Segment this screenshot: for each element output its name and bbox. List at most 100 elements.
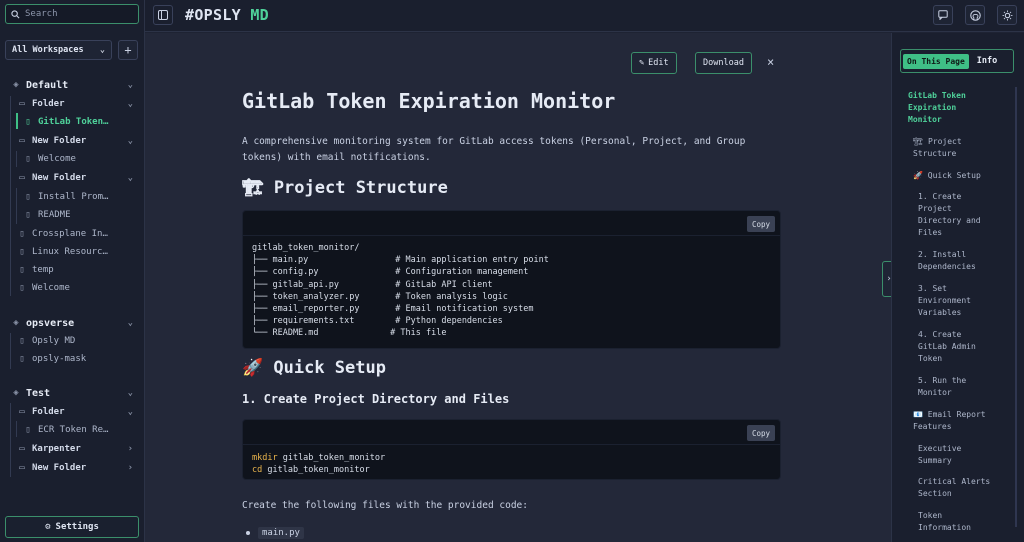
file-icon: ▯ — [19, 336, 25, 346]
workspace-select[interactable]: All Workspaces ⌄ — [5, 40, 112, 60]
settings-button[interactable]: ⚙ Settings — [5, 516, 139, 538]
toc-link[interactable]: Token Information — [918, 510, 988, 534]
folder-label: Folder — [32, 99, 65, 109]
document-view: ✎ Edit Download × GitLab Token Expiratio… — [145, 33, 891, 542]
sidebar-item-welcome[interactable]: ▯ Welcome — [0, 151, 145, 167]
copy-button[interactable]: Copy — [746, 216, 775, 232]
toc-link[interactable]: Executive Summary — [918, 443, 978, 467]
edit-label: Edit — [648, 58, 669, 68]
file-label: Opsly MD — [32, 336, 76, 346]
file-icon: ▯ — [25, 117, 31, 127]
workspace-test[interactable]: ◈ Test ⌄ — [0, 385, 145, 401]
file-label: ECR Token Re… — [38, 425, 109, 435]
gear-icon: ⚙ — [45, 522, 51, 532]
sidebar: Search All Workspaces ⌄ + ◈ Default ⌄ ▭ … — [0, 0, 145, 542]
workspace-name: Default — [26, 79, 69, 91]
tab-info[interactable]: Info — [973, 53, 1001, 69]
sidebar-icon — [158, 10, 168, 20]
file-icon: ▯ — [19, 265, 25, 275]
chevron-down-icon: ⌄ — [99, 45, 105, 55]
file-label: Welcome — [38, 154, 76, 164]
sidebar-toggle-button[interactable] — [153, 5, 173, 25]
toc-link[interactable]: 4. Create GitLab Admin Token — [918, 329, 990, 365]
folder-label: Folder — [32, 407, 65, 417]
folder-label: Karpenter — [32, 444, 81, 454]
github-icon — [969, 9, 981, 21]
workspace-name: opsverse — [26, 317, 75, 329]
sidebar-item-opsly-md[interactable]: ▯ Opsly MD — [0, 333, 145, 349]
files-paragraph: Create the following files with the prov… — [242, 500, 528, 511]
file-icon: ▯ — [25, 192, 31, 202]
heading-step-1: 1. Create Project Directory and Files — [242, 392, 510, 406]
file-label: Crossplane In… — [32, 229, 108, 239]
sidebar-item-gitlab-token[interactable]: ▯ GitLab Token… — [0, 114, 145, 130]
toc-link[interactable]: 🚀 Quick Setup — [913, 170, 1013, 182]
download-button[interactable]: Download — [695, 52, 752, 74]
toc-link[interactable]: 1. Create Project Directory and Files — [918, 191, 996, 239]
tab-on-this-page[interactable]: On This Page — [903, 53, 969, 69]
sidebar-item-linux-resource[interactable]: ▯ Linux Resourc… — [0, 244, 145, 260]
copy-button[interactable]: Copy — [746, 425, 775, 441]
sidebar-folder-new[interactable]: ▭ New Folder › — [0, 460, 145, 476]
toc-scrollbar[interactable] — [1015, 87, 1017, 527]
list-item: main.py — [246, 527, 304, 539]
toc-link[interactable]: GitLab Token Expiration Monitor — [908, 90, 994, 126]
toc-link[interactable]: 3. Set Environment Variables — [918, 283, 988, 319]
sidebar-folder[interactable]: ▭ New Folder ⌄ — [0, 133, 145, 149]
brand-logo: #OPSLY MD — [185, 6, 269, 24]
toggle-toc-button[interactable]: › — [882, 261, 891, 297]
file-label: temp — [32, 265, 54, 275]
chevron-down-icon: ⌄ — [127, 407, 133, 417]
file-label: GitLab Token… — [38, 117, 109, 127]
code-text: gitlab_token_monitor/ ├── main.py # Main… — [252, 243, 549, 339]
sidebar-folder[interactable]: ▭ Folder ⌄ — [0, 96, 145, 112]
theme-toggle-button[interactable] — [997, 5, 1017, 25]
code-arg: gitlab_token_monitor — [277, 453, 386, 463]
sidebar-folder[interactable]: ▭ Folder ⌄ — [0, 404, 145, 420]
file-label: README — [38, 210, 71, 220]
chevron-down-icon: ⌄ — [127, 99, 133, 109]
add-workspace-button[interactable]: + — [118, 40, 138, 60]
sidebar-folder-karpenter[interactable]: ▭ Karpenter › — [0, 441, 145, 457]
toc-link[interactable]: 5. Run the Monitor — [918, 375, 984, 399]
file-icon: ▯ — [25, 425, 31, 435]
search-input[interactable]: Search — [5, 4, 139, 24]
edit-button[interactable]: ✎ Edit — [631, 52, 677, 74]
file-icon: ▯ — [25, 210, 31, 220]
sidebar-folder[interactable]: ▭ New Folder ⌄ — [0, 170, 145, 186]
code-arg: gitlab_token_monitor — [262, 465, 370, 476]
folder-icon: ▭ — [19, 99, 25, 109]
inline-code: main.py — [258, 527, 304, 539]
pencil-icon: ✎ — [639, 58, 645, 68]
code-header-divider — [243, 444, 780, 445]
file-label: Linux Resourc… — [32, 247, 108, 257]
code-keyword: cd — [252, 465, 263, 476]
table-of-contents: On This Page Info GitLab Token Expiratio… — [891, 33, 1024, 542]
chevron-down-icon: ⌄ — [127, 173, 133, 183]
github-button[interactable] — [965, 5, 985, 25]
toc-tabs: On This Page Info — [900, 49, 1014, 73]
sidebar-item-readme[interactable]: ▯ README — [0, 207, 145, 223]
sidebar-item-install-prom[interactable]: ▯ Install Prom… — [0, 189, 145, 205]
workspace-name: Test — [26, 387, 51, 399]
workspace-default[interactable]: ◈ Default ⌄ — [0, 77, 145, 93]
toc-link[interactable]: Critical Alerts Section — [918, 476, 998, 500]
toc-link[interactable]: 🏗 Project Structure — [913, 136, 993, 160]
sidebar-item-temp[interactable]: ▯ temp — [0, 262, 145, 278]
sun-icon — [1002, 10, 1012, 20]
file-icon: ▯ — [19, 247, 25, 257]
sidebar-item-ecr-token[interactable]: ▯ ECR Token Re… — [0, 422, 145, 438]
close-icon[interactable]: × — [767, 55, 774, 69]
workspace-opsverse[interactable]: ◈ opsverse ⌄ — [0, 315, 145, 331]
layers-icon: ◈ — [13, 388, 19, 398]
toc-link[interactable]: 📧 Email Report Features — [913, 409, 997, 433]
toc-link[interactable]: 2. Install Dependencies — [918, 249, 996, 273]
sidebar-item-crossplane[interactable]: ▯ Crossplane In… — [0, 226, 145, 242]
file-icon: ▯ — [19, 354, 25, 364]
sidebar-item-opsly-mask[interactable]: ▯ opsly-mask — [0, 351, 145, 367]
chat-button[interactable] — [933, 5, 953, 25]
chevron-down-icon: ⌄ — [127, 318, 133, 328]
layers-icon: ◈ — [13, 80, 19, 90]
folder-icon: ▭ — [19, 407, 25, 417]
sidebar-item-welcome-root[interactable]: ▯ Welcome — [0, 280, 145, 296]
